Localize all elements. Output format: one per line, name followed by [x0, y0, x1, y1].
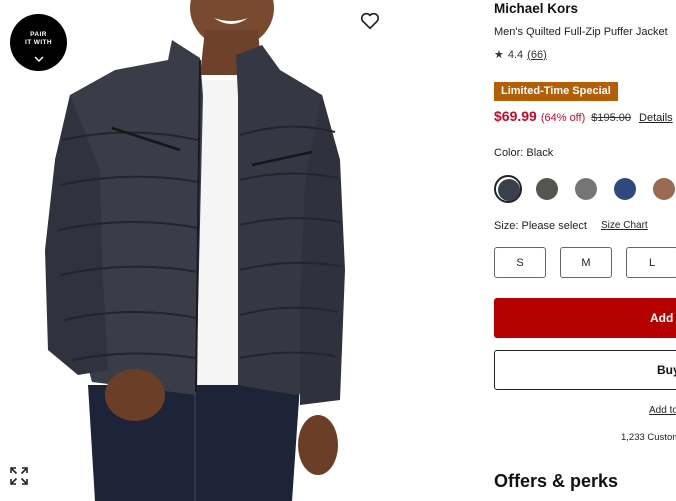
color-swatch-gray[interactable] [572, 175, 600, 203]
price-details-link[interactable]: Details [639, 112, 673, 124]
color-swatch-fill [575, 178, 597, 200]
promo-badge: Limited-Time Special [494, 82, 618, 101]
model-left-hand [105, 369, 165, 421]
size-option-l[interactable]: L [626, 247, 676, 278]
color-swatch-fill [653, 178, 675, 200]
color-swatches [494, 175, 676, 203]
offers-heading: Offers & perks [494, 471, 619, 491]
pair-it-with-button[interactable]: PAIR IT WITH [10, 14, 67, 71]
sale-price: $69.99 [494, 108, 537, 124]
heart-icon[interactable] [359, 10, 381, 32]
original-price: $195.00 [591, 112, 632, 124]
color-swatch-brown[interactable] [650, 175, 676, 203]
color-swatch-fill [498, 179, 520, 201]
color-swatch-navy[interactable] [611, 175, 639, 203]
add-to-list-link[interactable]: Add to [649, 405, 676, 416]
product-info-panel: Michael Kors Men's Quilted Full-Zip Puff… [494, 0, 676, 501]
pair-it-with-line1: PAIR [30, 31, 47, 38]
add-to-bag-button[interactable]: Add [494, 298, 676, 338]
price-row: $69.99 (64% off) $195.00 Details [494, 108, 673, 124]
product-image-gallery[interactable]: PAIR IT WITH [0, 0, 392, 501]
pair-it-with-line2: IT WITH [25, 39, 52, 46]
size-chart-link[interactable]: Size Chart [601, 220, 648, 231]
size-options: SML [494, 247, 676, 279]
product-name: Men's Quilted Full-Zip Puffer Jacket [494, 26, 668, 38]
size-option-s[interactable]: S [494, 247, 546, 278]
model-right-hand [298, 415, 338, 475]
chevron-down-icon [10, 49, 67, 67]
review-count-link[interactable]: (66) [527, 49, 547, 61]
product-photo [45, 0, 345, 501]
color-swatch-fill [536, 178, 558, 200]
buy-now-button[interactable]: Buy [494, 350, 676, 390]
brand-name[interactable]: Michael Kors [494, 1, 578, 16]
expand-icon[interactable] [10, 467, 28, 485]
rating-value: 4.4 [507, 48, 524, 61]
size-option-m[interactable]: M [560, 247, 612, 278]
rating-summary[interactable]: ★ 4.4 (66) [494, 48, 547, 62]
color-swatch-black[interactable] [494, 175, 522, 203]
star-icon: ★ [494, 49, 504, 61]
size-label: Size: Please select [494, 220, 587, 232]
color-label: Color: Black [494, 147, 554, 159]
customers-count: 1,233 Custom [621, 432, 676, 443]
discount-percent: (64% off) [540, 112, 586, 124]
color-swatch-fill [614, 178, 636, 200]
color-swatch-olive[interactable] [533, 175, 561, 203]
